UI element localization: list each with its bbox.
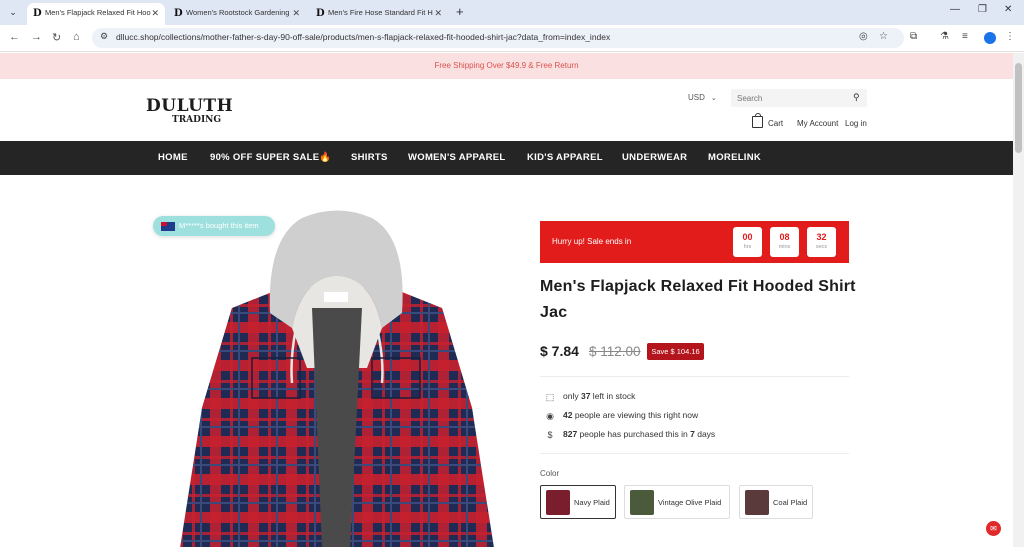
close-tab-icon[interactable]: ✕ xyxy=(151,3,159,23)
sale-price: $ 7.84 xyxy=(540,343,579,359)
search-icon[interactable]: ⚲ xyxy=(853,92,860,103)
swatch-thumbnail xyxy=(745,490,769,515)
swatch-thumbnail xyxy=(630,490,654,515)
compare-price: $ 112.00 xyxy=(589,344,641,359)
eye-off-icon[interactable]: ◎ xyxy=(859,31,868,42)
address-bar-row: ← → ↻ ⌂ ⚙ dllucc.shop/collections/mother… xyxy=(0,25,1024,52)
dollar-circle-icon: $ xyxy=(547,430,553,440)
back-icon[interactable]: ← xyxy=(9,31,20,43)
countdown-mins: 08 mins xyxy=(770,227,799,257)
swatch-thumbnail xyxy=(546,490,570,515)
labs-flask-icon[interactable]: ⚗ xyxy=(940,31,949,42)
site-info-icon[interactable]: ⚙ xyxy=(100,31,108,42)
site-favicon-icon: D xyxy=(174,8,183,19)
viewing-info: ◉ 42 people are viewing this right now xyxy=(546,410,699,421)
bookmark-star-icon[interactable]: ☆ xyxy=(879,31,888,42)
nav-underwear[interactable]: UNDERWEAR xyxy=(622,141,687,175)
nav-womens-apparel[interactable]: WOMEN'S APPAREL xyxy=(408,141,506,175)
tab-title: Women's Rootstock Gardening xyxy=(186,8,290,17)
site-logo[interactable]: DULUTH TRADING xyxy=(146,97,233,127)
omnibox[interactable]: ⚙ dllucc.shop/collections/mother-father-… xyxy=(92,28,904,48)
fire-icon: 🔥 xyxy=(319,152,332,163)
eye-icon: ◉ xyxy=(546,411,554,421)
divider xyxy=(540,453,849,454)
web-page: Free Shipping Over $49.9 & Free Return D… xyxy=(0,53,1013,547)
countdown-secs: 32 secs xyxy=(807,227,836,257)
color-option-vintage-olive-plaid[interactable]: Vintage Olive Plaid xyxy=(624,485,730,519)
color-option-navy-plaid[interactable]: Navy Plaid xyxy=(540,485,616,519)
divider xyxy=(540,376,849,377)
stock-info: ⬚ only 37 left in stock xyxy=(545,391,636,402)
nav-kids-apparel[interactable]: KID'S APPAREL xyxy=(527,141,603,175)
save-badge: Save $ 104.16 xyxy=(647,343,704,360)
promo-banner: Free Shipping Over $49.9 & Free Return xyxy=(0,53,1013,79)
browser-tab[interactable]: D Men's Fire Hose Standard Fit H ✕ xyxy=(310,3,448,25)
purchased-info: $827 people has purchased this in 7 days xyxy=(545,429,715,440)
color-label: Color xyxy=(540,469,560,478)
home-icon[interactable]: ⌂ xyxy=(73,31,80,43)
restore-icon[interactable]: ❐ xyxy=(978,4,987,15)
menu-more-icon[interactable]: ⋮ xyxy=(1005,31,1015,42)
countdown-hours: 00 hrs xyxy=(733,227,762,257)
site-favicon-icon: D xyxy=(316,8,325,19)
product-image[interactable] xyxy=(172,208,502,547)
url-text[interactable]: dllucc.shop/collections/mother-father-s-… xyxy=(116,32,610,42)
scrollbar-thumb[interactable] xyxy=(1015,63,1022,153)
reload-icon[interactable]: ↻ xyxy=(52,31,61,44)
search-input[interactable] xyxy=(731,89,867,107)
sale-countdown: Hurry up! Sale ends in 00 hrs 08 mins 32… xyxy=(540,221,849,263)
close-tab-icon[interactable]: ✕ xyxy=(292,3,300,23)
cart-link[interactable]: Cart xyxy=(768,119,783,128)
countdown-text: Hurry up! Sale ends in xyxy=(552,237,632,246)
minimize-icon[interactable]: — xyxy=(950,4,960,15)
nav-super-sale[interactable]: 90% OFF SUPER SALE🔥 xyxy=(210,141,332,175)
forward-icon[interactable]: → xyxy=(31,31,42,43)
collar-tag xyxy=(324,292,348,302)
box-icon: ⬚ xyxy=(545,392,555,402)
new-tab-icon[interactable]: + xyxy=(456,4,464,19)
nav-morelink[interactable]: MORELINK xyxy=(708,141,761,175)
extensions-icon[interactable]: ⧉ xyxy=(910,31,917,42)
site-favicon-icon: D xyxy=(33,8,42,19)
currency-selector[interactable]: USD ⌄ xyxy=(688,93,717,102)
profile-avatar[interactable] xyxy=(984,32,996,44)
chat-support-icon[interactable]: ✉ xyxy=(986,521,1001,536)
color-option-coal-plaid[interactable]: Coal Plaid xyxy=(739,485,813,519)
close-tab-icon[interactable]: ✕ xyxy=(434,3,442,23)
media-icon[interactable]: ≡ xyxy=(962,31,968,42)
browser-tab[interactable]: D Women's Rootstock Gardening ✕ xyxy=(168,3,306,25)
nav-shirts[interactable]: SHIRTS xyxy=(351,141,388,175)
flag-icon xyxy=(161,222,175,231)
browser-tab-bar: ⌄ D Men's Flapjack Relaxed Fit Hoo ✕ D W… xyxy=(0,0,1024,25)
page-scrollbar[interactable] xyxy=(1013,53,1024,547)
login-link[interactable]: Log in xyxy=(845,119,867,128)
tab-title: Men's Fire Hose Standard Fit H xyxy=(328,8,433,17)
cart-bag-icon[interactable] xyxy=(752,113,763,128)
chevron-down-icon: ⌄ xyxy=(710,95,717,102)
browser-tab-active[interactable]: D Men's Flapjack Relaxed Fit Hoo ✕ xyxy=(27,3,165,25)
main-nav: HOME 90% OFF SUPER SALE🔥 SHIRTS WOMEN'S … xyxy=(0,141,1013,175)
recent-purchase-popup: M*****s bought this item xyxy=(153,216,275,236)
nav-home[interactable]: HOME xyxy=(158,141,188,175)
tab-search-icon[interactable]: ⌄ xyxy=(6,5,20,19)
my-account-link[interactable]: My Account xyxy=(797,119,838,128)
close-window-icon[interactable]: ✕ xyxy=(1004,4,1012,15)
product-title: Men's Flapjack Relaxed Fit Hooded Shirt … xyxy=(540,278,856,321)
tab-title: Men's Flapjack Relaxed Fit Hoo xyxy=(45,8,151,17)
